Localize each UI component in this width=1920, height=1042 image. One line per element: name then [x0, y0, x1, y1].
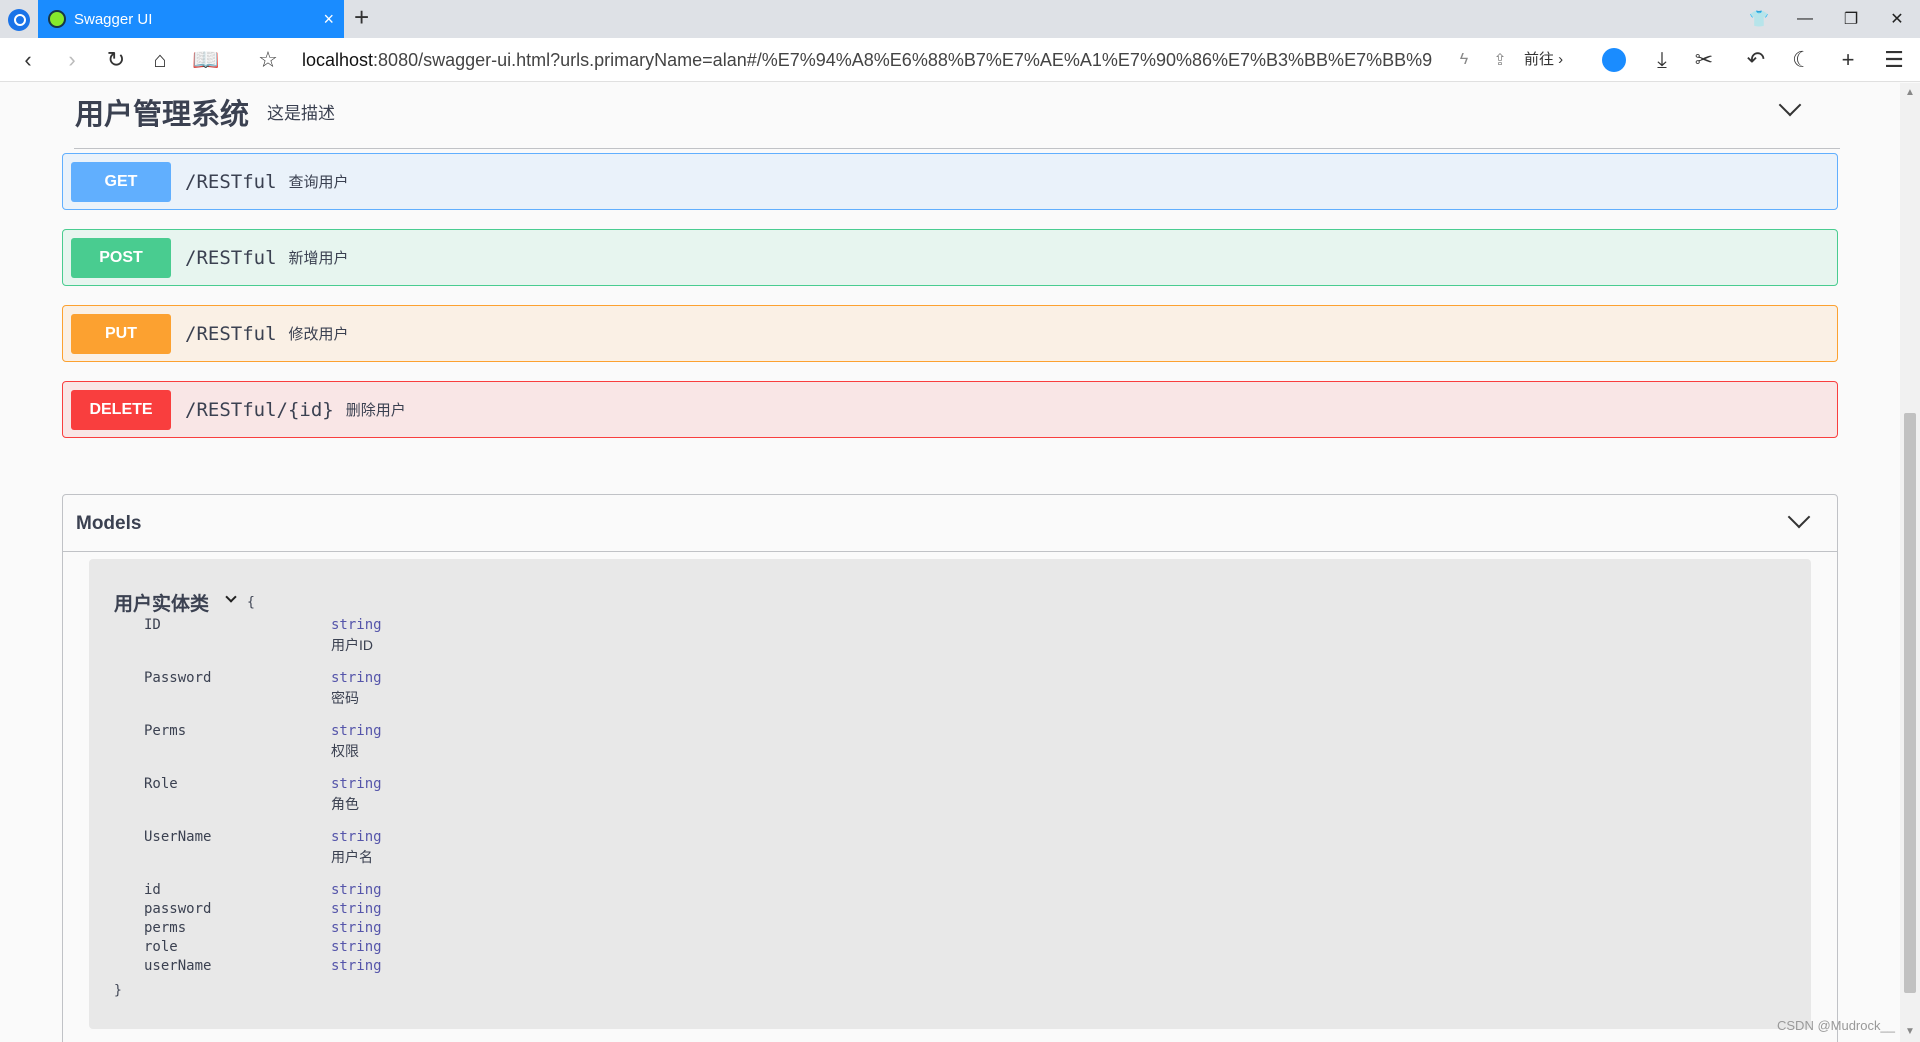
property-name: userName [144, 958, 212, 974]
models-title: Models [76, 513, 142, 534]
back-icon[interactable]: ‹ [14, 46, 42, 74]
method-badge-put: PUT [71, 313, 171, 354]
undo-close-icon[interactable]: ↶ [1742, 46, 1770, 74]
operation-post-restful[interactable]: POST /RESTful 新增用户 [62, 229, 1838, 286]
model-container: 用户实体类 { ID string 用户ID Password string 密… [89, 559, 1811, 1029]
window-controls: 👕 — ❐ ✕ [1736, 0, 1920, 38]
property-name: Role [144, 776, 178, 792]
operation-path: /RESTful [185, 322, 277, 345]
skin-icon[interactable]: 👕 [1736, 0, 1782, 38]
property-type: string [331, 939, 382, 955]
extension-icon[interactable] [1600, 46, 1628, 74]
share-icon[interactable]: ⇪ [1486, 46, 1514, 74]
scrollbar-thumb[interactable] [1904, 413, 1916, 993]
model-open-brace: { [247, 595, 255, 610]
screenshot-scissors-icon[interactable]: ✂ [1690, 46, 1718, 74]
property-name: id [144, 882, 161, 898]
property-description: 角色 [331, 796, 359, 812]
tag-section-header[interactable]: 用户管理系统 这是描述 [74, 87, 1840, 149]
tab-title: Swagger UI [74, 10, 153, 28]
property-name: password [144, 901, 212, 917]
go-button[interactable]: 前往 › [1524, 46, 1563, 74]
operation-summary: 查询用户 [288, 174, 349, 191]
bookmark-star-icon[interactable]: ☆ [254, 46, 282, 74]
property-name: role [144, 939, 178, 955]
browser-toolbar: ‹ › ↻ ⌂ 📖 ☆ localhost:8080/swagger-ui.ht… [0, 38, 1920, 82]
property-type: string [331, 617, 382, 633]
model-name[interactable]: 用户实体类 [114, 589, 209, 616]
operation-path: /RESTful/{id} [185, 398, 334, 421]
property-type: string [331, 670, 382, 686]
operation-delete-restful-id[interactable]: DELETE /RESTful/{id} 删除用户 [62, 381, 1838, 438]
operation-summary: 修改用户 [288, 326, 349, 343]
property-type: string [331, 882, 382, 898]
property-name: UserName [144, 829, 212, 845]
tag-description: 这是描述 [267, 104, 335, 123]
tab-close-icon[interactable]: × [323, 10, 334, 28]
reading-mode-icon[interactable]: 📖 [192, 46, 220, 74]
property-type: string [331, 901, 382, 917]
operation-path: /RESTful [185, 246, 277, 269]
new-tab-button[interactable]: + [354, 4, 369, 30]
tag-title: 用户管理系统 [75, 99, 250, 131]
swagger-favicon-icon [48, 10, 66, 28]
add-icon[interactable]: + [1834, 46, 1862, 74]
lightning-icon[interactable]: ϟ [1450, 46, 1478, 74]
address-path: :8080/swagger-ui.html?urls.primaryName=a… [373, 50, 1432, 70]
model-toggle-icon[interactable] [225, 591, 237, 603]
models-header[interactable]: Models [63, 495, 1837, 552]
models-section: Models 用户实体类 { ID string 用户ID Password s… [62, 494, 1838, 1042]
forward-icon[interactable]: › [58, 46, 86, 74]
method-badge-post: POST [71, 237, 171, 278]
property-name: Password [144, 670, 212, 686]
address-bar[interactable]: localhost:8080/swagger-ui.html?urls.prim… [302, 46, 1432, 74]
chevron-down-icon[interactable] [1778, 93, 1802, 117]
operation-path: /RESTful [185, 170, 277, 193]
tab-swagger-ui[interactable]: Swagger UI × [38, 0, 344, 38]
scroll-up-arrow-icon[interactable]: ▲ [1904, 87, 1916, 99]
menu-icon[interactable]: ☰ [1880, 46, 1908, 74]
minimize-button[interactable]: — [1782, 0, 1828, 38]
property-name: perms [144, 920, 187, 936]
method-badge-get: GET [71, 161, 171, 202]
property-type: string [331, 958, 382, 974]
property-description: 密码 [331, 690, 359, 706]
close-window-button[interactable]: ✕ [1874, 0, 1920, 38]
chevron-down-icon[interactable] [1787, 505, 1811, 529]
browser-tab-bar: Swagger UI × + 👕 — ❐ ✕ [0, 0, 1920, 38]
operation-put-restful[interactable]: PUT /RESTful 修改用户 [62, 305, 1838, 362]
scroll-down-arrow-icon[interactable]: ▼ [1904, 1026, 1916, 1038]
property-name: ID [144, 617, 161, 633]
home-icon[interactable]: ⌂ [146, 46, 174, 74]
property-description: 权限 [331, 743, 359, 759]
property-name: Perms [144, 723, 187, 739]
property-type: string [331, 776, 382, 792]
restore-button[interactable]: ❐ [1828, 0, 1874, 38]
property-description: 用户名 [331, 849, 373, 865]
operation-summary: 删除用户 [345, 402, 406, 419]
method-badge-delete: DELETE [71, 389, 171, 430]
address-host: localhost [302, 50, 374, 70]
page-scrollbar[interactable]: ▲ ▼ [1900, 83, 1920, 1042]
model-close-brace: } [114, 983, 122, 998]
property-type: string [331, 829, 382, 845]
property-type: string [331, 920, 382, 936]
page-viewport: 用户管理系统 这是描述 GET /RESTful 查询用户 POST /REST… [0, 83, 1900, 1042]
csdn-watermark: CSDN @Mudrock__ [1777, 1018, 1895, 1033]
operation-get-restful[interactable]: GET /RESTful 查询用户 [62, 153, 1838, 210]
property-description: 用户ID [331, 637, 373, 653]
download-icon[interactable]: ⤓ [1648, 46, 1676, 74]
operation-summary: 新增用户 [288, 250, 349, 267]
property-type: string [331, 723, 382, 739]
browser-logo-icon[interactable] [8, 9, 30, 31]
reload-icon[interactable]: ↻ [102, 46, 130, 74]
night-mode-icon[interactable]: ☾ [1788, 46, 1816, 74]
